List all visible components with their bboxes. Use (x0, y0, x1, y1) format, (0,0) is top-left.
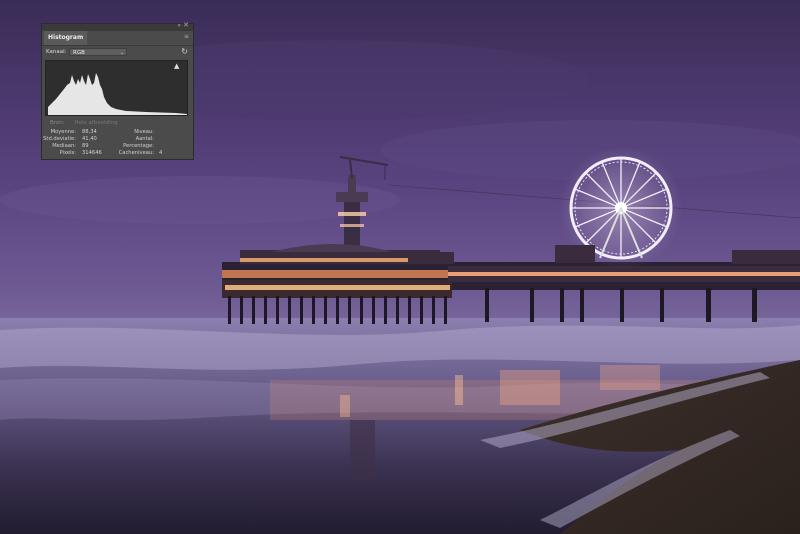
stat-value-cacheniveau: 4 (159, 150, 163, 156)
kanaal-value: RGB (73, 50, 85, 56)
histogram-panel: » ✕ Histogram ≡ Kanaal: RGB ⌄ ↻ ▲ Bron: … (41, 21, 194, 160)
bron-select[interactable]: Hele afbeelding (74, 120, 117, 126)
tab-divider (42, 45, 193, 46)
kanaal-label: Kanaal: (46, 49, 67, 55)
histogram-curve (48, 73, 187, 115)
stat-label-std-deviatie: Std.deviatie: (43, 136, 76, 142)
collapse-icon[interactable]: » (177, 22, 181, 29)
stat-label-cacheniveau: Cacheniveau: (118, 150, 154, 156)
bron-row: Bron: Hele afbeelding (50, 120, 118, 126)
stat-label-moyenne: Moyenne: (50, 129, 76, 135)
stat-value-moyenne: 88,34 (82, 129, 97, 135)
close-icon[interactable]: ✕ (183, 21, 189, 29)
stat-label-aantal: Aantal: (135, 136, 154, 142)
stat-value-mediaan: 89 (82, 143, 89, 149)
stat-label-percentage: Percentage: (123, 143, 154, 149)
stat-value-pixels: 314646 (82, 150, 102, 156)
bron-label: Bron: (50, 120, 65, 126)
stat-label-niveau: Niveau: (134, 129, 154, 135)
chevron-down-icon: ⌄ (119, 50, 124, 56)
histogram-graph (45, 60, 188, 116)
stat-label-pixels: Pixels: (59, 150, 76, 156)
panel-title-bar[interactable]: » ✕ (42, 21, 193, 31)
panel-menu-icon[interactable]: ≡ (184, 33, 189, 40)
kanaal-select[interactable]: RGB ⌄ (69, 48, 127, 56)
stat-value-std-deviatie: 41,40 (82, 136, 97, 142)
photo-canvas: » ✕ Histogram ≡ Kanaal: RGB ⌄ ↻ ▲ Bron: … (0, 0, 800, 534)
tab-histogram[interactable]: Histogram (44, 31, 88, 45)
clipping-warning-icon[interactable]: ▲ (174, 62, 179, 70)
stat-label-mediaan: Mediaan: (52, 143, 76, 149)
refresh-icon[interactable]: ↻ (181, 47, 188, 56)
